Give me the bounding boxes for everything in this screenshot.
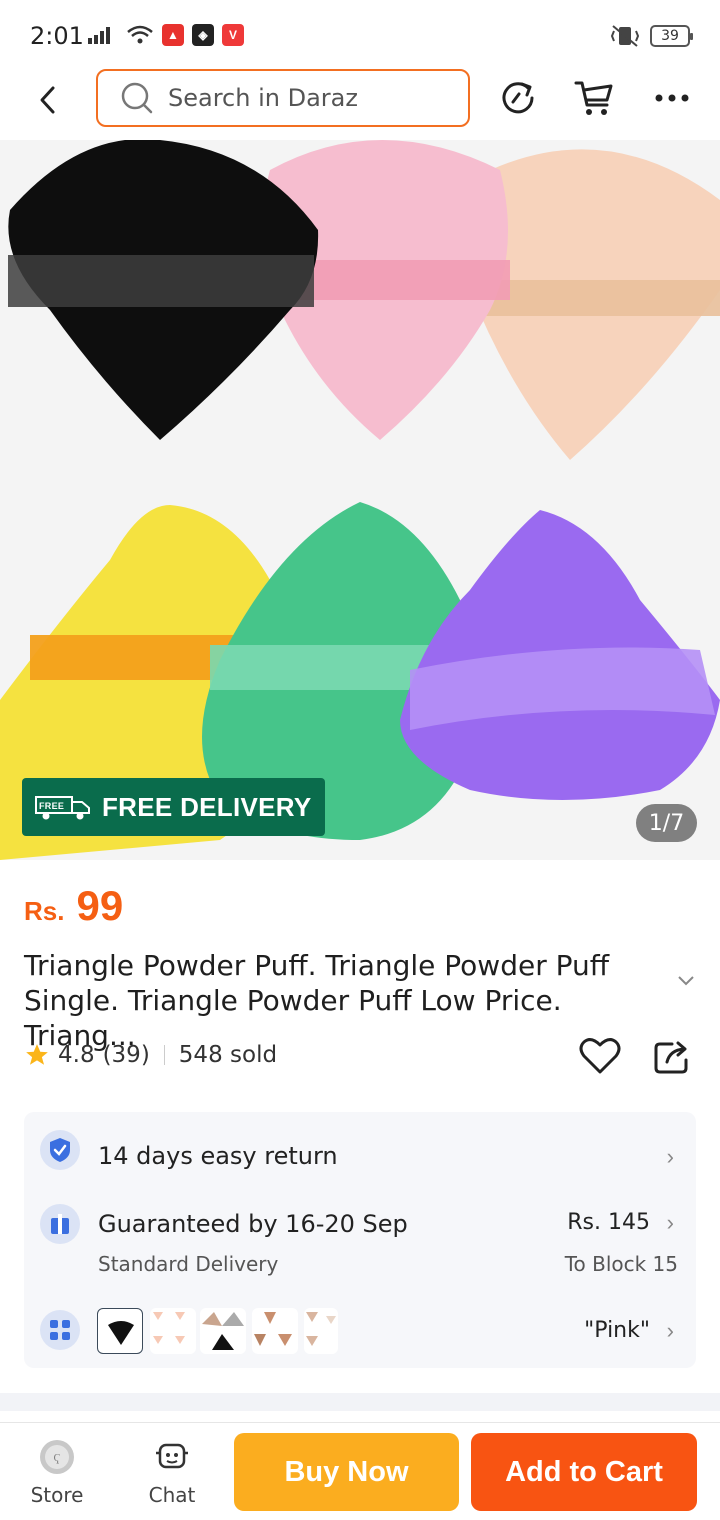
free-delivery-label: FREE DELIVERY: [102, 791, 312, 822]
status-left-icons: ▲ ◈ V: [88, 24, 244, 46]
svg-text:FREE: FREE: [39, 801, 64, 811]
vibrate-icon: [610, 25, 640, 47]
chevron-right-icon: ›: [666, 1318, 674, 1343]
star-icon: [26, 1044, 48, 1065]
shield-app-icon: ◈: [192, 24, 214, 46]
status-time: 2:01: [30, 22, 84, 50]
product-image: [0, 140, 720, 860]
delivery-box-icon: [40, 1204, 80, 1244]
store-label: Store: [30, 1483, 84, 1507]
shield-check-icon: [40, 1130, 80, 1170]
chat-button[interactable]: Chat: [132, 1439, 212, 1507]
chat-label: Chat: [148, 1483, 196, 1507]
image-counter: 1/7: [636, 804, 697, 842]
variant-swatch-nude[interactable]: [304, 1308, 338, 1354]
product-title[interactable]: Triangle Powder Puff. Triangle Powder Pu…: [24, 948, 672, 1053]
heart-icon: [579, 1038, 621, 1074]
price-value: 99: [76, 882, 124, 929]
delivery-guarantee-text: Guaranteed by 16-20 Sep: [98, 1210, 408, 1238]
battery-indicator: 39: [650, 25, 693, 47]
store-button[interactable]: Ҁ Store: [17, 1439, 97, 1507]
share-button[interactable]: [652, 1038, 692, 1078]
return-policy-row[interactable]: 14 days easy return ›: [24, 1120, 696, 1180]
share-icon: [654, 1041, 688, 1074]
svg-text:Ҁ: Ҁ: [54, 1453, 61, 1464]
free-delivery-badge: FREE FREE DELIVERY: [22, 778, 325, 836]
refresh-icon: [502, 82, 534, 114]
app-notif-icon: ▲: [162, 24, 184, 46]
buy-now-button[interactable]: Buy Now: [234, 1433, 459, 1511]
vivaldi-app-icon: V: [222, 24, 244, 46]
signal-icon: [88, 27, 110, 44]
section-divider: [0, 1393, 720, 1411]
wishlist-button[interactable]: [578, 1036, 622, 1080]
rating-row[interactable]: 4.8 (39) 548 sold: [24, 1042, 277, 1068]
status-right: 39: [610, 24, 693, 48]
wifi-icon: [127, 25, 153, 44]
delivery-row[interactable]: Guaranteed by 16-20 Sep Standard Deliver…: [24, 1200, 696, 1280]
top-header: Search in Daraz: [0, 62, 720, 142]
cart-button[interactable]: [572, 76, 616, 120]
search-placeholder: Search in Daraz: [168, 84, 358, 112]
variant-swatch-mixed[interactable]: [200, 1308, 246, 1354]
return-policy-text: 14 days easy return: [98, 1142, 338, 1170]
expand-title-icon[interactable]: [676, 974, 696, 988]
variant-swatch-pink[interactable]: [150, 1308, 196, 1354]
price-currency: Rs.: [24, 896, 65, 926]
sold-count: 548 sold: [178, 1042, 278, 1068]
chat-icon: [156, 1443, 188, 1469]
delivery-type-text: Standard Delivery: [98, 1252, 279, 1276]
delivery-location: To Block 15: [564, 1252, 678, 1276]
search-input[interactable]: Search in Daraz: [96, 69, 470, 127]
grid-variant-icon: [40, 1310, 80, 1350]
rating-value: 4.8: [58, 1042, 95, 1068]
product-price: Rs. 99: [24, 882, 123, 930]
product-image-carousel[interactable]: FREE FREE DELIVERY 1/7: [0, 140, 720, 860]
store-avatar-icon: Ҁ: [40, 1440, 74, 1474]
back-icon: [40, 86, 55, 114]
variant-swatch-black[interactable]: [97, 1308, 143, 1354]
search-icon: [121, 82, 153, 114]
review-count: (39): [102, 1042, 150, 1068]
variant-selected: "Pink": [584, 1318, 650, 1343]
add-to-cart-button[interactable]: Add to Cart: [471, 1433, 697, 1511]
chevron-right-icon: ›: [666, 1144, 674, 1169]
back-button[interactable]: [28, 80, 68, 120]
delivery-truck-icon: FREE: [35, 796, 90, 820]
chevron-right-icon: ›: [666, 1210, 674, 1235]
more-button[interactable]: [650, 76, 694, 120]
status-bar: 2:01 ▲ ◈ V 39: [0, 0, 720, 70]
cart-icon: [574, 81, 613, 115]
more-icon: [655, 94, 689, 102]
delivery-price: Rs. 145: [567, 1210, 650, 1235]
variant-swatch-tan[interactable]: [252, 1308, 298, 1354]
refresh-button[interactable]: [496, 76, 540, 120]
bottom-action-bar: Ҁ Store Chat Buy Now Add to Cart: [0, 1422, 720, 1520]
rating-divider: [163, 1045, 165, 1065]
